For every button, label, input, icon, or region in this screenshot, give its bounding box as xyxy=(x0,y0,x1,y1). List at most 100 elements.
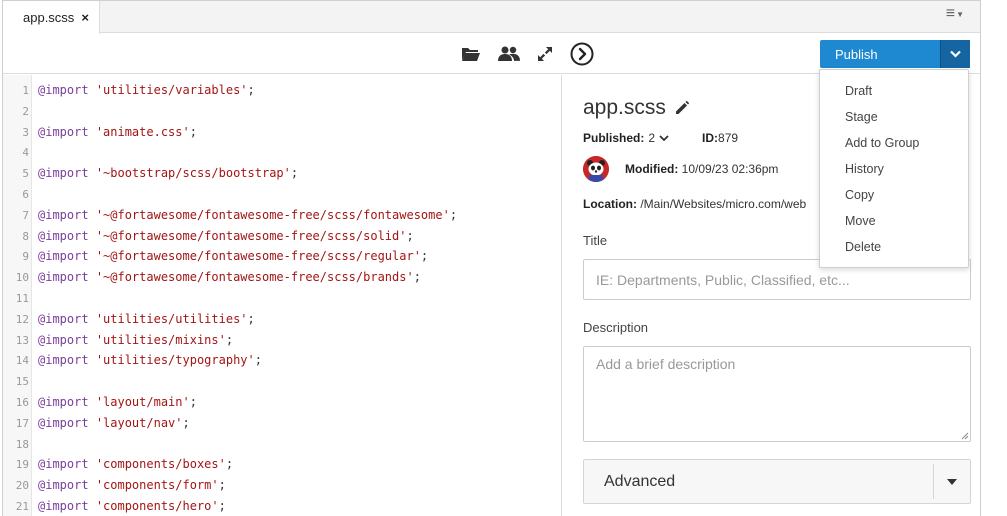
code-text: @import 'components/hero'; xyxy=(38,496,226,516)
menu-item-stage[interactable]: Stage xyxy=(820,104,968,130)
code-text: @import 'utilities/typography'; xyxy=(38,350,262,371)
publish-button[interactable]: Publish xyxy=(820,40,940,68)
line-number: 3 xyxy=(22,125,29,139)
string-token: 'utilities/typography' xyxy=(95,353,255,368)
punctuation-token: ; xyxy=(189,395,197,409)
folder-open-icon[interactable] xyxy=(459,42,483,66)
code-editor[interactable]: 1 @import 'utilities/variables'; 2 3 @import… xyxy=(3,75,562,516)
line-number: 7 xyxy=(22,208,29,222)
code-text: @import 'components/boxes'; xyxy=(38,454,233,475)
punctuation-token: ; xyxy=(406,228,414,243)
code-line[interactable]: 21 @import 'components/hero'; xyxy=(3,496,561,516)
punctuation-token: ; xyxy=(225,457,234,472)
line-number: 2 xyxy=(22,104,29,118)
punctuation-token: ; xyxy=(449,207,458,222)
caret-down-icon xyxy=(947,478,957,485)
string-token: '~@fortawesome/fontawesome-free/scss/bra… xyxy=(95,270,414,285)
code-line[interactable]: 8 @import '~@fortawesome/fontawesome-free… xyxy=(3,226,561,247)
circle-arrow-right-icon[interactable] xyxy=(570,42,594,66)
keyword-token: @import xyxy=(38,207,89,222)
code-line[interactable]: 9 @import '~@fortawesome/fontawesome-free… xyxy=(3,246,561,267)
pencil-icon[interactable] xyxy=(674,100,690,116)
tab-app-scss[interactable]: app.scss × xyxy=(3,1,100,34)
menu-item-copy[interactable]: Copy xyxy=(820,182,968,208)
advanced-toggle[interactable] xyxy=(933,464,970,499)
keyword-token: @import xyxy=(38,457,89,472)
chevron-down-icon[interactable] xyxy=(659,134,669,142)
code-line[interactable]: 20 @import 'components/form'; xyxy=(3,475,561,496)
publish-meta: Published: 2 ID: 879 xyxy=(583,131,738,145)
code-line[interactable]: 12 @import 'utilities/utilities'; xyxy=(3,309,561,330)
string-token: 'utilities/mixins' xyxy=(95,332,226,347)
string-token: 'utilities/utilities' xyxy=(95,311,248,326)
code-line[interactable]: 15 xyxy=(3,371,561,392)
advanced-section[interactable]: Advanced xyxy=(583,459,971,504)
code-line[interactable]: 6 xyxy=(3,184,561,205)
close-icon[interactable]: × xyxy=(81,10,89,25)
description-label: Description xyxy=(583,320,649,335)
description-input[interactable] xyxy=(583,346,971,442)
code-line[interactable]: 13 @import 'utilities/mixins'; xyxy=(3,330,561,351)
id-label: ID: xyxy=(702,131,719,145)
title-label: Title xyxy=(583,233,608,248)
code-line[interactable]: 3 @import 'animate.css'; xyxy=(3,122,561,143)
users-icon[interactable] xyxy=(497,42,521,66)
line-number: 13 xyxy=(15,333,29,347)
code-text: @import '~@fortawesome/fontawesome-free/… xyxy=(38,267,421,288)
code-line[interactable]: 14 @import 'utilities/typography'; xyxy=(3,350,561,371)
code-line[interactable]: 4 xyxy=(3,142,561,163)
code-line[interactable]: 19 @import 'components/boxes'; xyxy=(3,454,561,475)
line-number: 16 xyxy=(15,396,29,409)
punctuation-token: ; xyxy=(420,249,429,264)
menu-item-add-to-group[interactable]: Add to Group xyxy=(820,130,968,156)
line-number: 6 xyxy=(22,188,29,201)
menu-item-delete[interactable]: Delete xyxy=(820,234,968,260)
advanced-label: Advanced xyxy=(604,472,676,490)
modified-value: 10/09/23 02:36pm xyxy=(681,162,779,176)
punctuation-token: ; xyxy=(247,83,255,97)
menu-item-history[interactable]: History xyxy=(820,156,968,182)
string-token: 'components/boxes' xyxy=(95,457,226,472)
caret-down-icon: ▼ xyxy=(956,9,964,19)
code-text: @import '~@fortawesome/fontawesome-free/… xyxy=(38,205,457,226)
code-line[interactable]: 1 @import 'utilities/variables'; xyxy=(3,80,561,101)
menu-item-move[interactable]: Move xyxy=(820,208,968,234)
code-line[interactable]: 16 @import 'layout/main'; xyxy=(3,392,561,413)
line-number: 15 xyxy=(15,375,29,389)
hamburger-menu-button[interactable]: ≡ ▼ xyxy=(946,5,964,23)
code-line[interactable]: 7 @import '~@fortawesome/fontawesome-free… xyxy=(3,205,561,226)
file-title: app.scss xyxy=(583,96,666,119)
code-line[interactable]: 18 xyxy=(3,434,561,455)
string-token: 'layout/main' xyxy=(95,395,190,409)
code-text: @import 'layout/main'; xyxy=(38,392,197,413)
publish-dropdown-toggle[interactable] xyxy=(940,40,970,68)
keyword-token: @import xyxy=(38,83,89,97)
keyword-token: @import xyxy=(38,228,89,243)
line-number: 9 xyxy=(22,250,29,264)
keyword-token: @import xyxy=(38,311,89,326)
menu-item-draft[interactable]: Draft xyxy=(820,78,968,104)
location-label: Location: xyxy=(583,197,637,211)
hamburger-menu-icon: ≡ xyxy=(945,5,956,22)
string-token: '~bootstrap/scss/bootstrap' xyxy=(95,166,291,181)
code-line[interactable]: 17 @import 'layout/nav'; xyxy=(3,413,561,434)
code-line[interactable]: 5 @import '~bootstrap/scss/bootstrap'; xyxy=(3,163,561,184)
publish-dropdown-menu: Draft Stage Add to Group History Copy Mo… xyxy=(819,69,969,268)
code-line[interactable]: 11 xyxy=(3,288,561,309)
code-line[interactable]: 10 @import '~@fortawesome/fontawesome-fre… xyxy=(3,267,561,288)
punctuation-token: ; xyxy=(254,353,262,368)
code-line[interactable]: 2 xyxy=(3,101,561,122)
location-meta: Location: /Main/Websites/micro.com/web xyxy=(583,197,823,211)
punctuation-token: ; xyxy=(189,124,197,139)
expand-icon[interactable] xyxy=(533,42,557,66)
resize-handle-icon[interactable] xyxy=(961,432,969,440)
